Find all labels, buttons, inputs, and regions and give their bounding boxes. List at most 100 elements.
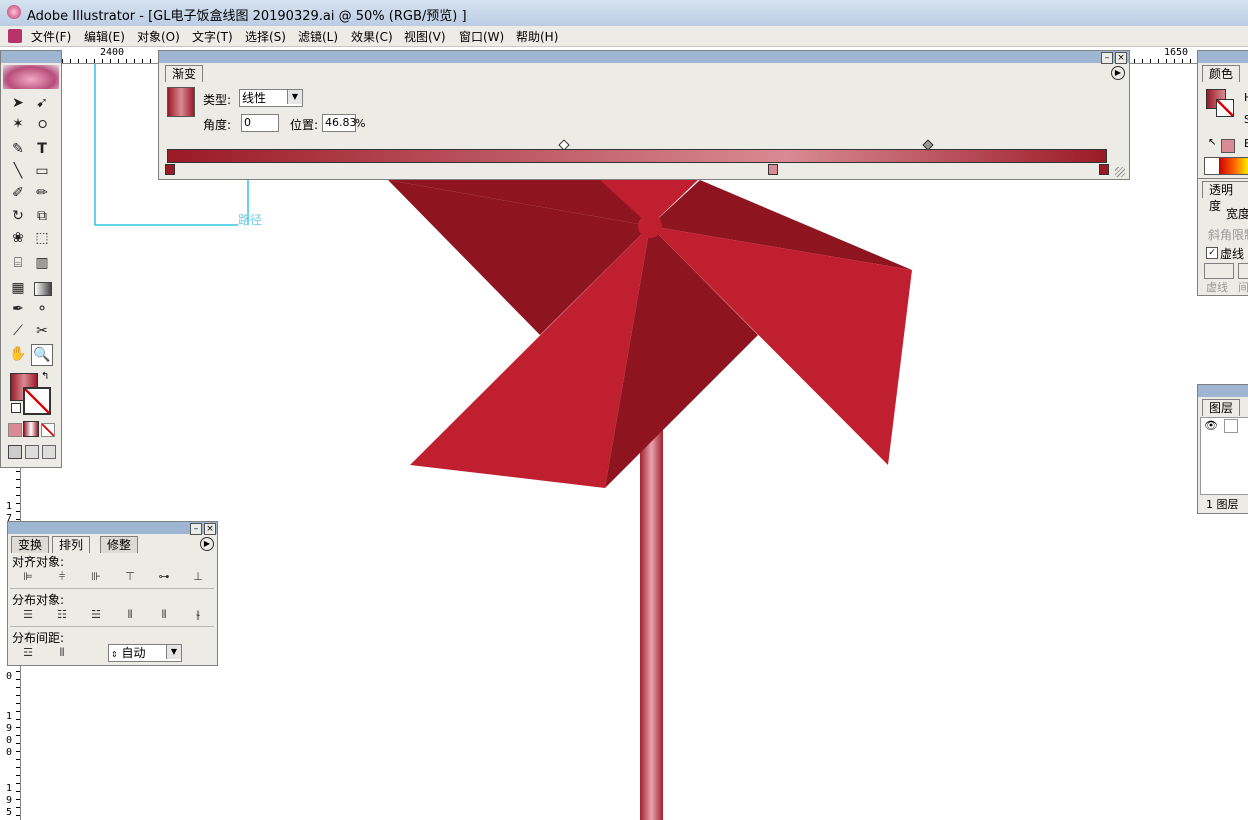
align-left-icon[interactable]: ⊫ xyxy=(20,570,36,584)
gamut-color-swatch[interactable] xyxy=(1221,139,1235,153)
screen-mode-standard-icon[interactable] xyxy=(8,445,22,459)
menu-select[interactable]: 选择(S) xyxy=(245,28,286,45)
toolbox-header[interactable] xyxy=(1,51,61,63)
none-mode-icon[interactable] xyxy=(41,423,55,437)
distribute-hspace-icon[interactable]: ⦀ xyxy=(54,646,70,660)
lock-toggle[interactable] xyxy=(1224,419,1238,433)
color-panel-header[interactable] xyxy=(1198,51,1248,63)
pencil-icon[interactable]: ✏ xyxy=(31,183,53,203)
out-of-gamut-icon[interactable]: ↖ xyxy=(1208,137,1216,148)
align-bottom-icon[interactable]: ⊥ xyxy=(190,570,206,584)
distribute-right-icon[interactable]: ⫳ xyxy=(190,608,206,622)
color-spectrum-bar[interactable] xyxy=(1204,157,1248,175)
type-tool-icon[interactable]: T xyxy=(31,139,53,159)
chevron-down-icon[interactable]: ▼ xyxy=(287,90,302,104)
stroke-swatch[interactable] xyxy=(23,387,51,415)
warp-tool-icon[interactable]: ❀ xyxy=(7,228,29,248)
tab-transform[interactable]: 变换 xyxy=(11,536,50,553)
blend-tool-icon[interactable]: ⚬ xyxy=(31,299,53,319)
tab-arrange[interactable]: 排列 xyxy=(52,536,91,553)
menu-effect[interactable]: 效果(C) xyxy=(351,28,393,45)
distribute-bottom-icon[interactable]: ☱ xyxy=(88,608,104,622)
selection-tool-icon[interactable]: ➤ xyxy=(7,93,29,113)
pinwheel-center[interactable] xyxy=(638,214,662,238)
color-stop-right[interactable] xyxy=(1099,164,1109,175)
minimize-icon[interactable]: – xyxy=(1101,52,1113,64)
resize-grip-icon[interactable] xyxy=(1115,167,1125,177)
tab-pathfinder[interactable]: 修整 xyxy=(100,536,139,553)
panel-menu-icon[interactable]: ▶ xyxy=(1111,66,1125,80)
slice-tool-icon[interactable]: ⟋ xyxy=(7,321,29,341)
mesh-tool-icon[interactable]: ▦ xyxy=(7,278,29,298)
menu-view[interactable]: 视图(V) xyxy=(404,28,446,45)
color-stroke-swatch[interactable] xyxy=(1216,99,1234,117)
visibility-eye-icon[interactable]: 👁 xyxy=(1204,419,1218,432)
menu-object[interactable]: 对象(O) xyxy=(137,28,180,45)
symbol-sprayer-icon[interactable]: ⌸ xyxy=(7,253,29,273)
scissors-icon[interactable]: ✂ xyxy=(31,321,53,341)
hand-tool-icon[interactable]: ✋ xyxy=(7,344,29,364)
rectangle-tool-icon[interactable]: ▭ xyxy=(31,161,53,181)
position-input[interactable]: 46.83 xyxy=(322,114,357,132)
dashed-checkbox[interactable]: ✓ xyxy=(1206,247,1218,259)
color-mode-icon[interactable] xyxy=(8,423,22,437)
tab-transparency[interactable]: 透明度 xyxy=(1202,181,1248,213)
gradient-mode-icon[interactable] xyxy=(23,421,39,437)
gradient-preview-swatch[interactable] xyxy=(167,87,195,117)
spacing-select[interactable]: ⇕ 自动 ▼ xyxy=(108,644,182,662)
menu-help[interactable]: 帮助(H) xyxy=(516,28,558,45)
close-icon[interactable]: × xyxy=(1115,52,1127,64)
free-transform-icon[interactable]: ⬚ xyxy=(31,228,53,248)
align-hcenter-icon[interactable]: ⫩ xyxy=(54,570,70,584)
dash-input[interactable] xyxy=(1204,263,1234,279)
distribute-vspace-icon[interactable]: ☲ xyxy=(20,646,36,660)
color-stop-middle[interactable] xyxy=(768,164,778,175)
swap-colors-icon[interactable]: ↰ xyxy=(41,371,49,382)
tab-color[interactable]: 颜色 xyxy=(1202,65,1241,82)
distribute-top-icon[interactable]: ☰ xyxy=(20,608,36,622)
gradient-tool-icon[interactable] xyxy=(34,282,52,296)
align-panel-header[interactable] xyxy=(8,522,217,534)
pen-tool-icon[interactable]: ✎ xyxy=(7,139,29,159)
menu-file[interactable]: 文件(F) xyxy=(31,28,71,45)
distribute-hcenter-icon[interactable]: ⦀ xyxy=(156,608,172,622)
rotate-tool-icon[interactable]: ↻ xyxy=(7,206,29,226)
distribute-left-icon[interactable]: ⫴ xyxy=(122,608,138,622)
align-top-icon[interactable]: ⊤ xyxy=(122,570,138,584)
gap-input[interactable] xyxy=(1238,263,1248,279)
line-tool-icon[interactable]: ╲ xyxy=(7,161,29,181)
align-right-icon[interactable]: ⊪ xyxy=(88,570,104,584)
color-stop-left[interactable] xyxy=(165,164,175,175)
tab-layers[interactable]: 图层 xyxy=(1202,399,1241,416)
chevron-down-icon[interactable]: ▼ xyxy=(166,645,181,659)
angle-input[interactable]: 0 xyxy=(241,114,279,132)
zoom-tool-icon[interactable]: 🔍 xyxy=(31,344,53,366)
gradient-slider-bar[interactable] xyxy=(167,149,1107,163)
lasso-icon[interactable]: ഠ xyxy=(31,114,53,134)
screen-mode-full-icon[interactable] xyxy=(42,445,56,459)
menu-window[interactable]: 窗口(W) xyxy=(459,28,504,45)
gradient-type-select[interactable]: 线性 ▼ xyxy=(239,89,303,107)
direct-selection-tool-icon[interactable]: ➹ xyxy=(31,93,53,113)
spinner-icon[interactable]: ⇕ xyxy=(111,650,118,659)
panel-menu-icon[interactable]: ▶ xyxy=(200,537,214,551)
magic-wand-icon[interactable]: ✶ xyxy=(7,114,29,134)
pinwheel-stick[interactable] xyxy=(640,420,663,820)
document-icon[interactable] xyxy=(8,29,22,43)
menu-filter[interactable]: 滤镜(L) xyxy=(298,28,338,45)
screen-mode-menu-icon[interactable] xyxy=(25,445,39,459)
graph-tool-icon[interactable]: ▥ xyxy=(31,253,53,273)
layers-panel-header[interactable] xyxy=(1198,385,1248,397)
distribute-vcenter-icon[interactable]: ☷ xyxy=(54,608,70,622)
default-colors-icon[interactable] xyxy=(11,403,21,413)
menu-edit[interactable]: 编辑(E) xyxy=(84,28,125,45)
gradient-panel-header[interactable] xyxy=(159,51,1129,63)
tab-gradient[interactable]: 渐变 xyxy=(165,65,204,82)
menu-type[interactable]: 文字(T) xyxy=(192,28,233,45)
close-icon[interactable]: × xyxy=(204,523,216,535)
eyedropper-icon[interactable]: ✒ xyxy=(7,299,29,319)
minimize-icon[interactable]: – xyxy=(190,523,202,535)
align-vcenter-icon[interactable]: ⊶ xyxy=(156,570,172,584)
paintbrush-icon[interactable]: ✐ xyxy=(7,183,29,203)
scale-tool-icon[interactable]: ⧉ xyxy=(31,206,53,226)
